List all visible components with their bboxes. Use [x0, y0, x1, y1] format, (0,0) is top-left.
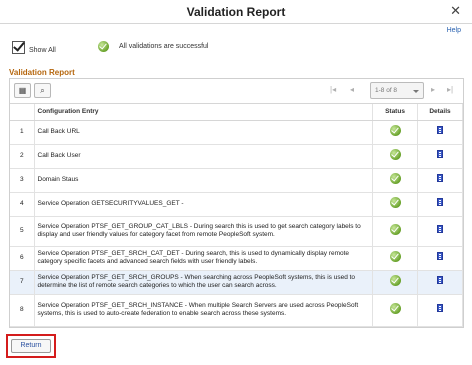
details-page-icon[interactable] [437, 252, 443, 261]
find-icon[interactable]: ⌕ [34, 83, 51, 98]
col-header-number [10, 104, 35, 121]
table-row: 2 Call Back User [10, 144, 463, 169]
return-button-highlight: Return [6, 334, 56, 358]
status-cell [372, 216, 418, 247]
col-header-entry: Configuration Entry [34, 104, 373, 121]
status-cell [372, 120, 418, 145]
table-row: 6 Service Operation PTSF_GET_SRCH_CAT_DE… [10, 246, 463, 271]
row-number: 6 [10, 246, 35, 271]
show-all-checkbox[interactable] [12, 41, 25, 54]
title-bar: Validation Report ✕ [0, 0, 472, 24]
show-all-label: Show All [29, 47, 56, 54]
status-cell [372, 144, 418, 169]
table-row: 8 Service Operation PTSF_GET_SRCH_INSTAN… [10, 294, 463, 327]
grid-toolbar: ▦ ⌕ |◂ ◂ 1-8 of 8 ▸ ▸| [10, 79, 463, 104]
next-page-icon[interactable]: ▸ [431, 85, 435, 94]
window-title: Validation Report [186, 5, 286, 19]
details-cell [417, 192, 463, 217]
green-check-icon [389, 124, 401, 136]
config-entry: Call Back URL [34, 120, 373, 145]
row-number: 2 [10, 144, 35, 169]
config-entry: Service Operation PTSF_GET_SRCH_INSTANCE… [34, 294, 373, 327]
status-cell [372, 294, 418, 327]
row-number: 5 [10, 216, 35, 247]
summary-message: All validations are successful [119, 43, 209, 50]
section-title: Validation Report [9, 68, 75, 77]
config-entry: Call Back User [34, 144, 373, 169]
row-range-select[interactable]: 1-8 of 8 [370, 82, 424, 99]
details-page-icon[interactable] [437, 198, 443, 207]
config-entry: Service Operation PTSF_GET_GROUP_CAT_LBL… [34, 216, 373, 247]
table-header-row: Configuration Entry Status Details [10, 104, 463, 121]
details-cell [417, 270, 463, 295]
row-number: 4 [10, 192, 35, 217]
col-header-status: Status [372, 104, 418, 121]
details-page-icon[interactable] [437, 225, 443, 234]
green-check-icon [389, 274, 401, 286]
details-page-icon[interactable] [437, 126, 443, 135]
details-page-icon[interactable] [437, 150, 443, 159]
table-row: 7 Service Operation PTSF_GET_SRCH_GROUPS… [10, 270, 463, 295]
table-row: 5 Service Operation PTSF_GET_GROUP_CAT_L… [10, 216, 463, 247]
col-header-details: Details [417, 104, 463, 121]
row-number: 7 [10, 270, 35, 295]
table-row: 1 Call Back URL [10, 120, 463, 145]
green-check-icon [389, 223, 401, 235]
config-entry: Service Operation PTSF_GET_SRCH_CAT_DET … [34, 246, 373, 271]
details-cell [417, 144, 463, 169]
table-row: 4 Service Operation GETSECURITYVALUES_GE… [10, 192, 463, 217]
row-number: 8 [10, 294, 35, 327]
config-entry: Domain Staus [34, 168, 373, 193]
last-page-icon[interactable]: ▸| [447, 85, 453, 94]
validation-grid: ▦ ⌕ |◂ ◂ 1-8 of 8 ▸ ▸| Configuration Ent… [9, 78, 464, 328]
close-icon[interactable]: ✕ [450, 3, 461, 19]
validation-summary: All validations are successful [98, 41, 209, 52]
details-cell [417, 246, 463, 271]
status-cell [372, 192, 418, 217]
return-button[interactable]: Return [11, 339, 51, 353]
config-entry: Service Operation PTSF_GET_SRCH_GROUPS -… [34, 270, 373, 295]
first-page-icon[interactable]: |◂ [330, 85, 336, 94]
personalize-grid-icon[interactable]: ▦ [14, 83, 31, 98]
green-check-icon [389, 250, 401, 262]
validation-table: Configuration Entry Status Details 1 Cal… [10, 104, 463, 327]
green-check-icon [389, 196, 401, 208]
row-number: 3 [10, 168, 35, 193]
status-cell [372, 246, 418, 271]
green-check-icon [389, 172, 401, 184]
help-link[interactable]: Help [447, 27, 461, 34]
status-cell [372, 168, 418, 193]
show-all-toggle[interactable]: Show All [12, 41, 56, 54]
details-cell [417, 294, 463, 327]
details-cell [417, 168, 463, 193]
green-check-icon [389, 302, 401, 314]
details-page-icon[interactable] [437, 174, 443, 183]
status-cell [372, 270, 418, 295]
details-page-icon[interactable] [437, 276, 443, 285]
previous-page-icon[interactable]: ◂ [350, 85, 354, 94]
table-row: 3 Domain Staus [10, 168, 463, 193]
config-entry: Service Operation GETSECURITYVALUES_GET … [34, 192, 373, 217]
row-number: 1 [10, 120, 35, 145]
details-page-icon[interactable] [437, 304, 443, 313]
details-cell [417, 216, 463, 247]
details-cell [417, 120, 463, 145]
green-check-icon [98, 41, 109, 52]
green-check-icon [389, 148, 401, 160]
